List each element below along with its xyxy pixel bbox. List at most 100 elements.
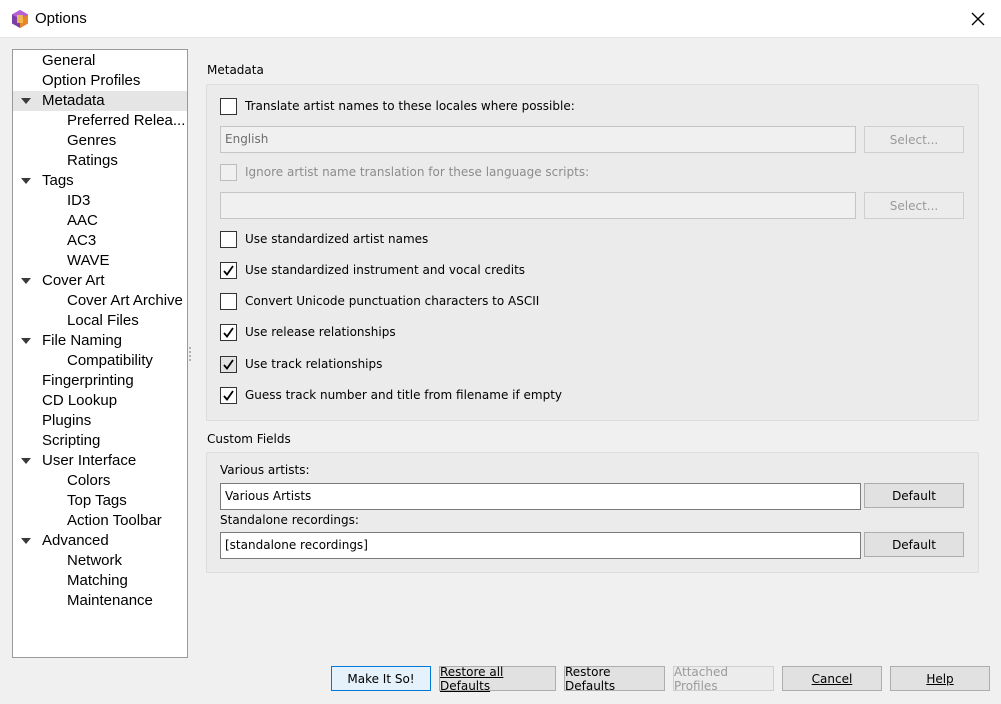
help-label: Help [926,671,954,686]
tree-item-label: Network [67,552,123,569]
attached-profiles-button[interactable]: Attached Profiles [673,665,774,693]
tree-item[interactable]: Genres [13,131,187,151]
ignore-scripts-checkbox[interactable] [220,163,237,181]
tree-item[interactable]: User Interface [13,451,187,471]
various-artists-default-button[interactable]: Default [864,483,964,508]
tree-item[interactable]: Advanced [13,531,187,551]
tree-item[interactable]: Cover Art [13,271,187,291]
title-bar: Options [0,0,1001,38]
standalone-recordings-default-button[interactable]: Default [864,532,964,557]
translate-artist-names-option[interactable]: Translate artist names to these locales … [220,96,575,116]
metadata-option[interactable]: Use standardized instrument and vocal cr… [220,260,525,280]
tree-item-label: Cover Art Archive [67,292,183,309]
expand-arrow-icon[interactable] [21,178,31,184]
expand-arrow-icon[interactable] [21,538,31,544]
tree-item[interactable]: Action Toolbar [13,511,187,531]
restore-defaults-label: Restore Defaults [565,664,616,693]
tree-item-label: User Interface [42,452,137,469]
option-label: Convert Unicode punctuation characters t… [245,294,540,308]
tree-item-label: AC3 [67,232,97,249]
metadata-option[interactable]: Use track relationships [220,354,382,374]
tree-item-label: Local Files [67,312,139,329]
restore-all-defaults-button[interactable]: Restore all Defaults [439,664,556,693]
tree-item[interactable]: Network [13,551,187,571]
option-checkbox[interactable] [220,292,237,310]
tree-item[interactable]: Local Files [13,311,187,331]
tree-item-label: Genres [67,132,117,149]
tree-item[interactable]: Top Tags [13,491,187,511]
option-checkbox[interactable] [220,386,237,404]
standalone-recordings-label: Standalone recordings: [220,513,359,527]
tree-item[interactable]: Option Profiles [13,71,187,91]
tree-item[interactable]: Compatibility [13,351,187,371]
various-artists-field[interactable]: Various Artists [220,483,861,510]
tree-item-label: ID3 [67,192,91,209]
tree-item-label: Maintenance [67,592,153,609]
metadata-option[interactable]: Use standardized artist names [220,229,428,249]
check-icon [223,358,234,370]
restore-all-defaults-label: Restore all Defaults [440,664,504,693]
expand-arrow-icon[interactable] [21,278,31,284]
make-it-so-button[interactable]: Make It So! [331,666,431,691]
expand-arrow-icon[interactable] [21,338,31,344]
tree-item[interactable]: AAC [13,211,187,231]
tree-item[interactable]: Tags [13,171,187,191]
tree-item[interactable]: Ratings [13,151,187,171]
metadata-option[interactable]: Guess track number and title from filena… [220,385,562,405]
locales-select-button[interactable]: Select... [864,126,964,153]
scripts-select-button[interactable]: Select... [864,192,964,219]
tree-item[interactable]: Fingerprinting [13,371,187,391]
tree-item-label: Scripting [42,432,101,449]
tree-item[interactable]: General [13,51,187,71]
expand-arrow-icon[interactable] [21,98,31,104]
tree-item[interactable]: Cover Art Archive [13,291,187,311]
metadata-option[interactable]: Use release relationships [220,322,396,342]
tree-item[interactable]: AC3 [13,231,187,251]
options-tree[interactable]: General Option Profiles Metadata Preferred … [12,49,188,658]
option-checkbox[interactable] [220,261,237,279]
metadata-option[interactable]: Convert Unicode punctuation characters t… [220,291,539,311]
ignore-scripts-option[interactable]: Ignore artist name translation for these… [220,162,589,182]
tree-item-label: File Naming [42,332,123,349]
tree-item-label: Ratings [67,152,118,169]
help-button[interactable]: Help [890,666,990,691]
option-label: Use standardized artist names [245,232,429,246]
tree-item[interactable]: Scripting [13,431,187,451]
option-label: Use release relationships [245,325,396,339]
tree-item[interactable]: Colors [13,471,187,491]
tree-item[interactable]: Preferred Relea... [13,111,187,131]
tree-item[interactable]: ID3 [13,191,187,211]
restore-defaults-button[interactable]: Restore Defaults [564,664,665,693]
translate-artist-names-label: Translate artist names to these locales … [245,99,575,113]
tree-item-label: Tags [42,172,74,189]
tree-item[interactable]: File Naming [13,331,187,351]
option-checkbox[interactable] [220,230,237,248]
close-button[interactable] [955,0,1001,38]
option-label: Guess track number and title from filena… [245,388,563,402]
cancel-button[interactable]: Cancel [782,666,882,691]
tree-item[interactable]: Maintenance [13,591,187,611]
splitter-handle[interactable] [189,345,192,363]
scripts-field[interactable] [220,192,856,219]
locales-field[interactable]: English [220,126,856,153]
tree-item[interactable]: Metadata [13,91,187,111]
custom-fields-section-title: Custom Fields [207,432,291,446]
tree-item[interactable]: Plugins [13,411,187,431]
tree-item-label: Advanced [42,532,109,549]
option-checkbox[interactable] [220,323,237,341]
expand-arrow-icon[interactable] [21,458,31,464]
option-checkbox[interactable] [220,355,237,373]
tree-item-label: Plugins [42,412,92,429]
check-icon [223,326,234,338]
translate-artist-names-checkbox[interactable] [220,97,237,115]
tree-item-label: General [42,52,96,69]
tree-item[interactable]: Matching [13,571,187,591]
standalone-recordings-field[interactable]: [standalone recordings] [220,532,861,559]
tree-item-label: Matching [67,572,128,589]
various-artists-label: Various artists: [220,463,310,477]
tree-item-label: WAVE [67,252,110,269]
picard-app-icon [12,10,28,28]
tree-item[interactable]: CD Lookup [13,391,187,411]
option-label: Use standardized instrument and vocal cr… [245,263,526,277]
tree-item[interactable]: WAVE [13,251,187,271]
